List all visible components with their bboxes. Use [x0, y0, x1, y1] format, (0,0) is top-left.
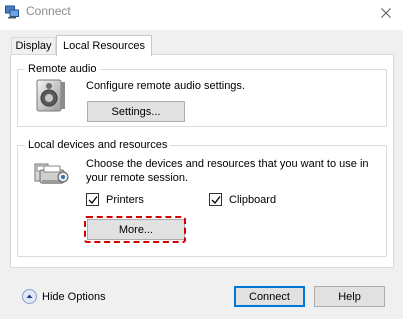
checkmark-icon [211, 196, 221, 204]
tab-display[interactable]: Display [11, 37, 56, 55]
clipboard-checkbox[interactable] [209, 193, 222, 206]
remote-desktop-icon [5, 5, 19, 19]
window-title: Connect [26, 4, 71, 18]
speaker-icon [34, 79, 68, 116]
connect-button-label: Connect [249, 291, 290, 303]
checkmark-icon [88, 196, 98, 204]
tab-local-resources[interactable]: Local Resources [56, 35, 152, 56]
help-button-label: Help [338, 291, 361, 303]
remote-audio-description: Configure remote audio settings. [86, 80, 245, 92]
collapse-up-icon [22, 289, 37, 304]
tab-local-resources-label: Local Resources [63, 40, 145, 52]
settings-button-label: Settings... [111, 106, 161, 118]
local-devices-title: Local devices and resources [25, 138, 171, 152]
hide-options-label: Hide Options [42, 291, 106, 303]
clipboard-label: Clipboard [229, 194, 277, 206]
highlight-annotation [84, 216, 186, 243]
remote-audio-title: Remote audio [25, 62, 100, 76]
close-icon [381, 7, 391, 21]
printers-label: Printers [106, 194, 144, 206]
title-bar: Connect [0, 0, 403, 30]
settings-button[interactable]: Settings... [87, 101, 185, 122]
help-button[interactable]: Help [314, 286, 385, 307]
tab-display-label: Display [15, 40, 52, 52]
local-devices-description-line2: your remote session. [86, 172, 189, 184]
printers-checkbox[interactable] [86, 193, 99, 206]
local-devices-description-line1: Choose the devices and resources that yo… [86, 158, 369, 170]
devices-icon [32, 160, 72, 193]
remote-audio-group: Remote audio [17, 62, 387, 127]
close-button[interactable] [369, 0, 403, 28]
connect-button[interactable]: Connect [234, 286, 305, 307]
